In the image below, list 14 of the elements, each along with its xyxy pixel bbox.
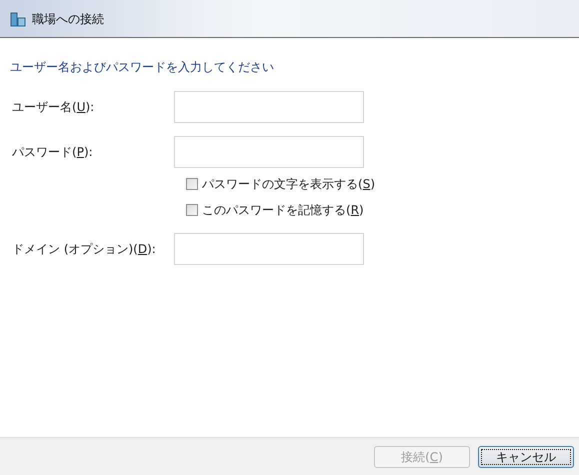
checkbox-label: パスワードの文字を表示する(S) (202, 176, 375, 193)
building-icon (10, 10, 26, 26)
window-title: 職場への接続 (32, 10, 104, 28)
checkbox[interactable] (186, 204, 198, 216)
checkbox[interactable] (186, 178, 198, 190)
checkbox-label: このパスワードを記憶する(R) (202, 202, 364, 219)
cancel-button[interactable]: キャンセル (478, 446, 574, 468)
field-label: ドメイン (オプション)(D): (11, 241, 157, 258)
field-label: パスワード(P): (11, 144, 94, 161)
input-field[interactable] (174, 233, 364, 265)
heading: ユーザー名およびパスワードを入力してください (9, 59, 275, 76)
input-field[interactable] (174, 136, 364, 168)
field-label: ユーザー名(U): (11, 99, 96, 116)
input-field[interactable] (174, 91, 364, 123)
